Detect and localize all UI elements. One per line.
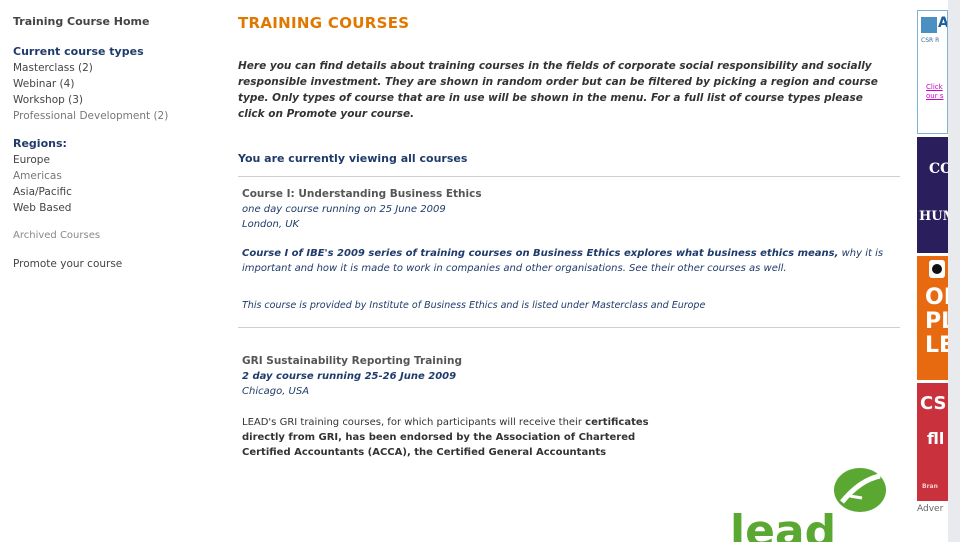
course-description-a: LEAD's GRI training courses, for which p… [242, 417, 582, 428]
course-title[interactable]: Course I: Understanding Business Ethics [242, 187, 900, 202]
course-description: Course I of IBE's 2009 series of trainin… [242, 246, 890, 276]
intro-paragraph: Here you can find details about training… [238, 60, 878, 120]
course-description: LEAD's GRI training courses, for which p… [242, 415, 682, 460]
course-type-professional-development-link[interactable]: Professional Development (2) [13, 108, 223, 124]
ad-banner-human[interactable]: CO HUM [917, 137, 948, 253]
promote-your-course-link[interactable]: Promote your course [13, 256, 223, 272]
csr-logo-icon [921, 17, 937, 33]
ad1-logo-text: A [938, 15, 948, 31]
course-types-heading: Current course types [13, 45, 144, 58]
main-content: TRAINING COURSES Here you can find detai… [238, 14, 900, 474]
viewing-status: You are currently viewing all courses [238, 152, 900, 177]
course-location: Chicago, USA [242, 386, 310, 397]
archived-courses-link[interactable]: Archived Courses [13, 228, 223, 244]
regions-heading: Regions: [13, 137, 67, 150]
course-location: London, UK [242, 219, 300, 230]
course-listing: Course I: Understanding Business Ethics … [238, 177, 900, 328]
page: Training Course Home Current course type… [0, 0, 948, 542]
course-provider-note: This course is provided by Institute of … [242, 300, 706, 311]
ad4-line3: Bran [922, 483, 938, 490]
course-type-workshop-link[interactable]: Workshop (3) [13, 92, 223, 108]
course-title[interactable]: GRI Sustainability Reporting Training [242, 354, 900, 369]
region-asia-pacific-link[interactable]: Asia/Pacific [13, 184, 223, 200]
ad-banner-csr-reporting[interactable]: A CSR R Click our s [917, 10, 948, 134]
course-type-webinar-link[interactable]: Webinar (4) [13, 76, 223, 92]
lead-logo-text: lead [730, 506, 836, 542]
ad3-text: ON PL LE [925, 285, 948, 358]
ad2-line1: CO [929, 161, 948, 177]
advertise-label[interactable]: Adver [917, 504, 948, 514]
region-americas-link[interactable]: Americas [13, 168, 223, 184]
region-europe-link[interactable]: Europe [13, 152, 223, 168]
page-title: TRAINING COURSES [238, 14, 410, 32]
course-description-lead: Course I of IBE's 2009 series of trainin… [242, 248, 839, 259]
course-type-masterclass-link[interactable]: Masterclass (2) [13, 60, 223, 76]
sidebar-nav: Training Course Home Current course type… [13, 14, 223, 272]
lead-logo[interactable]: lead [730, 468, 900, 542]
ad4-line1: CSR [920, 393, 948, 414]
course-date: one day course running on 25 June 2009 [242, 204, 446, 215]
ad-banner-wwf[interactable]: ON PL LE [917, 256, 948, 380]
course-date: 2 day course running 25-26 June 2009 [242, 371, 457, 382]
ad-banner-csr[interactable]: CSR fll Bran [917, 383, 948, 501]
ad-column: A CSR R Click our s CO HUM ON PL LE CSR … [917, 10, 948, 514]
ad1-click-link[interactable]: Click our s [926, 83, 947, 101]
ad4-line2: fll [927, 429, 945, 448]
training-course-home-link[interactable]: Training Course Home [13, 14, 223, 30]
region-web-based-link[interactable]: Web Based [13, 200, 223, 216]
ad1-subtitle: CSR R [921, 37, 940, 44]
course-listing: GRI Sustainability Reporting Training 2 … [238, 328, 900, 474]
ad2-line2: HUM [919, 209, 948, 224]
